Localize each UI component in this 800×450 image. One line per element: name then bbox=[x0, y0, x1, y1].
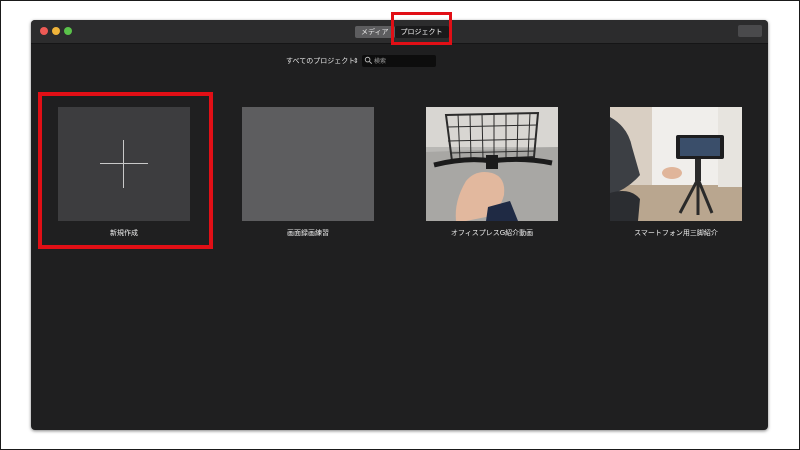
tripod-photo-image bbox=[610, 107, 742, 221]
toolbar-right-button[interactable] bbox=[738, 25, 762, 37]
chevron-updown-icon: ⇕ bbox=[353, 57, 359, 65]
project-label: 画面録画練習 bbox=[287, 229, 329, 237]
project-thumbnail[interactable] bbox=[426, 107, 558, 221]
highlight-box-projects-tab bbox=[391, 12, 452, 45]
project-card[interactable]: オフィスプレスG紹介動画 bbox=[426, 107, 558, 237]
search-field[interactable] bbox=[362, 55, 436, 67]
minimize-window-button[interactable] bbox=[52, 27, 60, 35]
close-window-button[interactable] bbox=[40, 27, 48, 35]
project-thumbnail[interactable] bbox=[242, 107, 374, 221]
tab-media[interactable]: メディア bbox=[355, 26, 395, 38]
search-icon bbox=[364, 56, 373, 65]
bicycle-photo-image bbox=[426, 107, 558, 221]
project-label: オフィスプレスG紹介動画 bbox=[450, 229, 534, 237]
project-label: スマートフォン用三脚紹介 bbox=[634, 229, 718, 237]
highlight-box-new-project bbox=[38, 92, 213, 249]
project-card[interactable]: スマートフォン用三脚紹介 bbox=[610, 107, 742, 237]
project-card[interactable]: 画面録画練習 bbox=[242, 107, 374, 237]
maximize-window-button[interactable] bbox=[64, 27, 72, 35]
project-thumbnail[interactable] bbox=[610, 107, 742, 221]
project-filter-select[interactable]: すべてのプロジェクト bbox=[286, 55, 355, 67]
search-input[interactable] bbox=[374, 55, 434, 67]
